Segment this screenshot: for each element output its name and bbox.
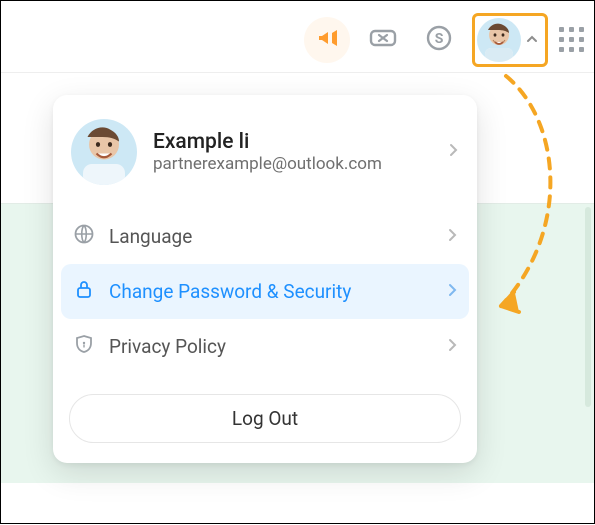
svg-text:S: S <box>435 31 444 47</box>
account-dropdown: Example li partnerexample@outlook.com La… <box>53 95 477 463</box>
profile-row[interactable]: Example li partnerexample@outlook.com <box>53 113 477 205</box>
chevron-right-icon <box>447 335 457 358</box>
avatar-small <box>477 18 521 62</box>
coin-icon: S <box>424 23 454 57</box>
profile-text: Example li partnerexample@outlook.com <box>153 130 382 174</box>
top-toolbar: S <box>1 1 594 73</box>
lock-icon <box>73 278 95 305</box>
shield-icon <box>73 333 95 360</box>
menu-item-security[interactable]: Change Password & Security <box>61 264 469 319</box>
profile-email: partnerexample@outlook.com <box>153 154 382 174</box>
chevron-up-icon <box>525 31 539 50</box>
coupon-icon <box>368 23 398 57</box>
profile-name: Example li <box>153 130 382 154</box>
menu-item-label: Change Password & Security <box>109 280 351 303</box>
logout-button[interactable]: Log Out <box>69 394 461 443</box>
speaker-icon <box>315 26 339 54</box>
balance-button[interactable]: S <box>416 17 462 63</box>
coupon-button[interactable] <box>360 17 406 63</box>
chevron-right-icon <box>447 225 457 248</box>
chevron-right-icon <box>447 141 459 163</box>
logout-label: Log Out <box>232 407 298 430</box>
toolbar-controls: S <box>304 13 586 67</box>
globe-icon <box>73 223 95 250</box>
avatar-large <box>71 119 137 185</box>
menu-item-label: Privacy Policy <box>109 335 226 358</box>
announcement-button[interactable] <box>304 17 350 63</box>
menu-item-language[interactable]: Language <box>61 209 469 264</box>
menu-item-label: Language <box>109 225 192 248</box>
account-menu-trigger[interactable] <box>472 13 548 67</box>
menu: Language Change Password & Security Priv… <box>53 205 477 378</box>
menu-item-privacy[interactable]: Privacy Policy <box>61 319 469 374</box>
scrollbar-hint <box>585 207 591 407</box>
apps-grid-button[interactable] <box>558 26 586 54</box>
chevron-right-icon <box>447 280 457 303</box>
